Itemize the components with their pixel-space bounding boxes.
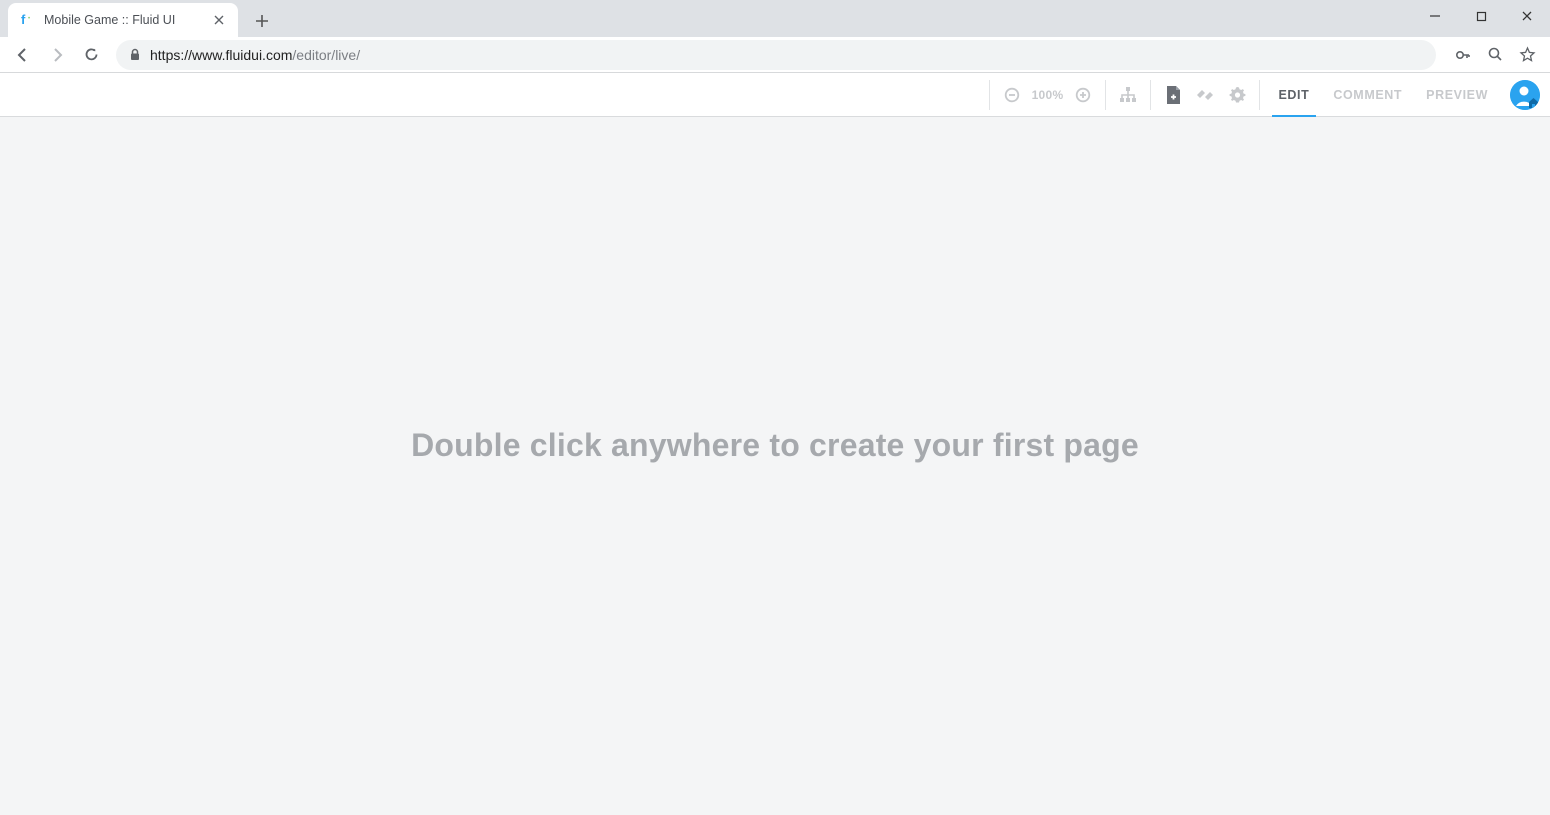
back-button[interactable] bbox=[8, 40, 38, 70]
link-icon[interactable] bbox=[1189, 79, 1221, 111]
browser-tab-title: Mobile Game :: Fluid UI bbox=[44, 13, 204, 27]
editor-canvas[interactable]: Double click anywhere to create your fir… bbox=[0, 117, 1550, 815]
mode-tabs: EDIT COMMENT PREVIEW bbox=[1266, 73, 1500, 117]
mode-tab-comment[interactable]: COMMENT bbox=[1321, 73, 1414, 117]
lock-icon bbox=[128, 48, 142, 62]
url-path: /editor/live/ bbox=[292, 47, 360, 63]
svg-text:f: f bbox=[21, 13, 26, 27]
close-window-button[interactable] bbox=[1504, 0, 1550, 32]
zoom-controls: 100% bbox=[996, 79, 1100, 111]
user-home-avatar[interactable] bbox=[1510, 80, 1540, 110]
maximize-button[interactable] bbox=[1458, 0, 1504, 32]
key-icon[interactable] bbox=[1454, 46, 1472, 64]
favicon-icon: f• bbox=[20, 12, 36, 28]
mode-tab-preview[interactable]: PREVIEW bbox=[1414, 73, 1500, 117]
zoom-level-label: 100% bbox=[1032, 88, 1064, 102]
canvas-hint-text: Double click anywhere to create your fir… bbox=[0, 427, 1550, 464]
minimize-button[interactable] bbox=[1412, 0, 1458, 32]
close-tab-icon[interactable] bbox=[212, 13, 226, 27]
url-input[interactable]: https://www.fluidui.com/editor/live/ bbox=[116, 40, 1436, 70]
toolbar-divider bbox=[989, 80, 990, 110]
browser-address-bar: https://www.fluidui.com/editor/live/ bbox=[0, 37, 1550, 73]
app-toolbar: 100% EDIT COMMENT PREVIEW bbox=[0, 73, 1550, 117]
svg-text:•: • bbox=[28, 16, 30, 22]
new-tab-button[interactable] bbox=[248, 7, 276, 35]
url-host: https://www.fluidui.com bbox=[150, 47, 292, 63]
browser-tab-strip: f• Mobile Game :: Fluid UI bbox=[0, 0, 1550, 37]
url-text: https://www.fluidui.com/editor/live/ bbox=[150, 47, 360, 63]
toolbar-divider bbox=[1259, 80, 1260, 110]
zoom-page-icon[interactable] bbox=[1486, 46, 1504, 64]
mode-tab-label: EDIT bbox=[1278, 88, 1309, 102]
mode-tab-label: PREVIEW bbox=[1426, 88, 1488, 102]
zoom-in-icon[interactable] bbox=[1067, 79, 1099, 111]
add-page-icon[interactable] bbox=[1157, 79, 1189, 111]
reload-button[interactable] bbox=[76, 40, 106, 70]
toolbar-divider bbox=[1150, 80, 1151, 110]
sitemap-icon[interactable] bbox=[1112, 79, 1144, 111]
bookmark-star-icon[interactable] bbox=[1518, 46, 1536, 64]
mode-tab-edit[interactable]: EDIT bbox=[1266, 73, 1321, 117]
zoom-out-icon[interactable] bbox=[996, 79, 1028, 111]
forward-button[interactable] bbox=[42, 40, 72, 70]
mode-tab-label: COMMENT bbox=[1333, 88, 1402, 102]
address-bar-actions bbox=[1454, 46, 1536, 64]
gear-icon[interactable] bbox=[1221, 79, 1253, 111]
browser-tab[interactable]: f• Mobile Game :: Fluid UI bbox=[8, 3, 238, 37]
window-controls bbox=[1412, 0, 1550, 32]
toolbar-divider bbox=[1105, 80, 1106, 110]
